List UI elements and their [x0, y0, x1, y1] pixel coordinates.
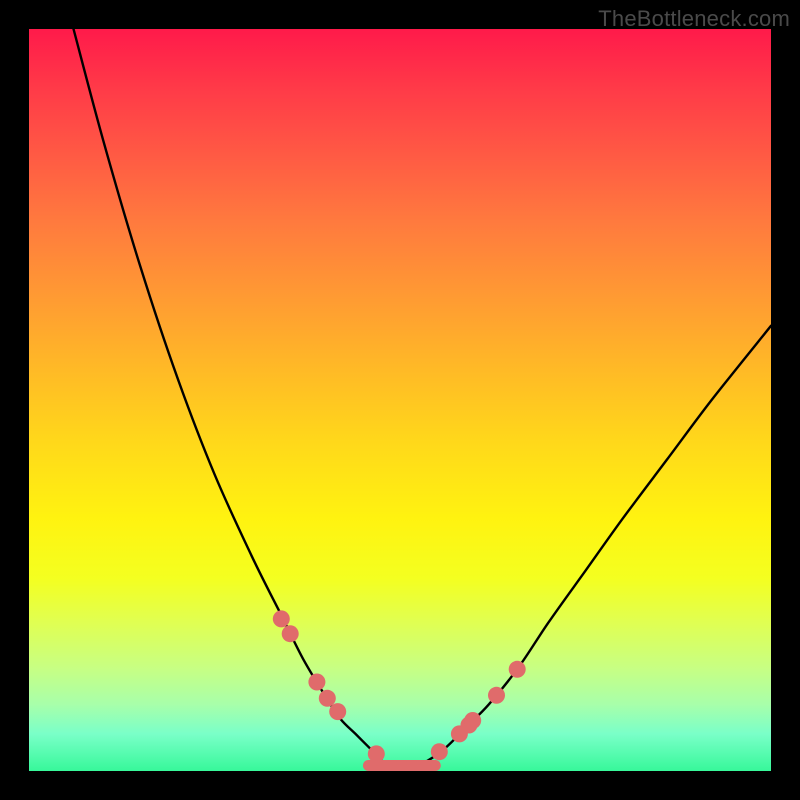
markers-left-group [273, 610, 385, 762]
marker-dot [273, 610, 290, 627]
marker-dot [368, 745, 385, 762]
marker-dot [509, 661, 526, 678]
watermark-text: TheBottleneck.com [598, 6, 790, 32]
marker-dot [431, 743, 448, 760]
curve-left-path [74, 29, 401, 771]
curve-right-path [400, 326, 771, 771]
plot-area [29, 29, 771, 771]
marker-dot [329, 703, 346, 720]
flat-band-rect [363, 760, 441, 771]
chart-frame: TheBottleneck.com [0, 0, 800, 800]
curve-overlay [29, 29, 771, 771]
marker-dot [282, 625, 299, 642]
marker-dot [464, 712, 481, 729]
marker-dot [488, 687, 505, 704]
marker-dot [319, 690, 336, 707]
marker-dot [308, 674, 325, 691]
